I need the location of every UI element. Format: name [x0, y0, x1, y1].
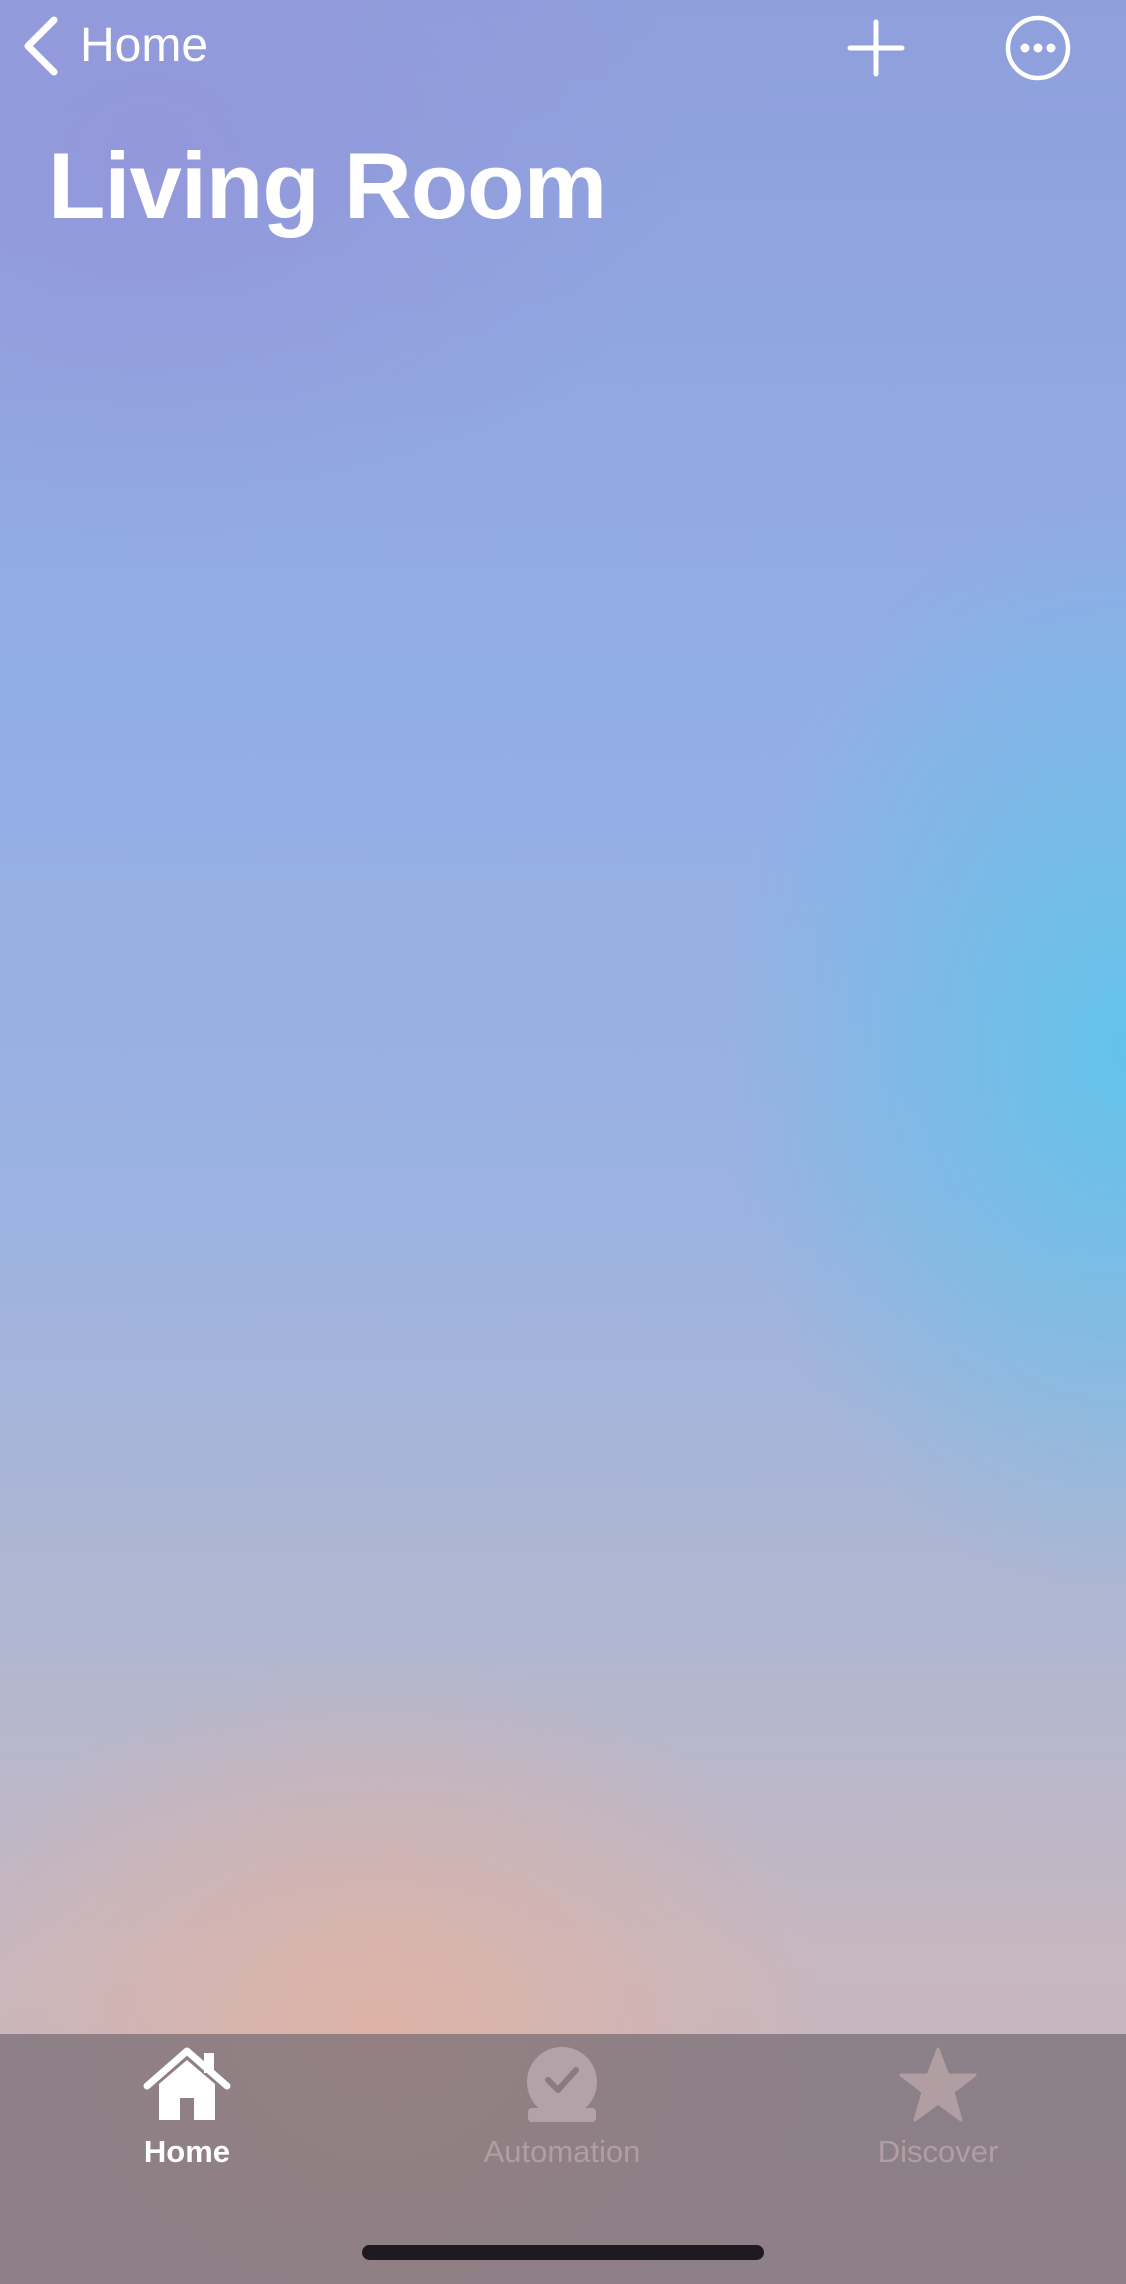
home-indicator — [362, 2245, 764, 2260]
tab-discover[interactable]: Discover — [788, 2046, 1088, 2206]
star-icon — [899, 2047, 977, 2122]
back-button[interactable]: Home — [22, 14, 208, 78]
tab-home[interactable]: Home — [37, 2046, 337, 2206]
navigation-bar: Home — [0, 0, 1126, 100]
tab-automation[interactable]: Automation — [412, 2046, 712, 2206]
ellipsis-circle-icon — [1005, 15, 1071, 81]
clock-check-icon — [527, 2047, 597, 2122]
plus-icon — [847, 19, 905, 77]
back-button-label: Home — [80, 19, 209, 72]
add-button[interactable] — [846, 18, 906, 78]
chevron-left-icon — [24, 16, 58, 76]
room-title: Living Room — [48, 133, 607, 238]
house-icon — [143, 2047, 231, 2120]
tab-home-label: Home — [143, 2134, 231, 2169]
more-options-button[interactable] — [1004, 14, 1072, 82]
tab-automation-label: Automation — [483, 2134, 641, 2169]
tab-discover-label: Discover — [877, 2134, 999, 2169]
